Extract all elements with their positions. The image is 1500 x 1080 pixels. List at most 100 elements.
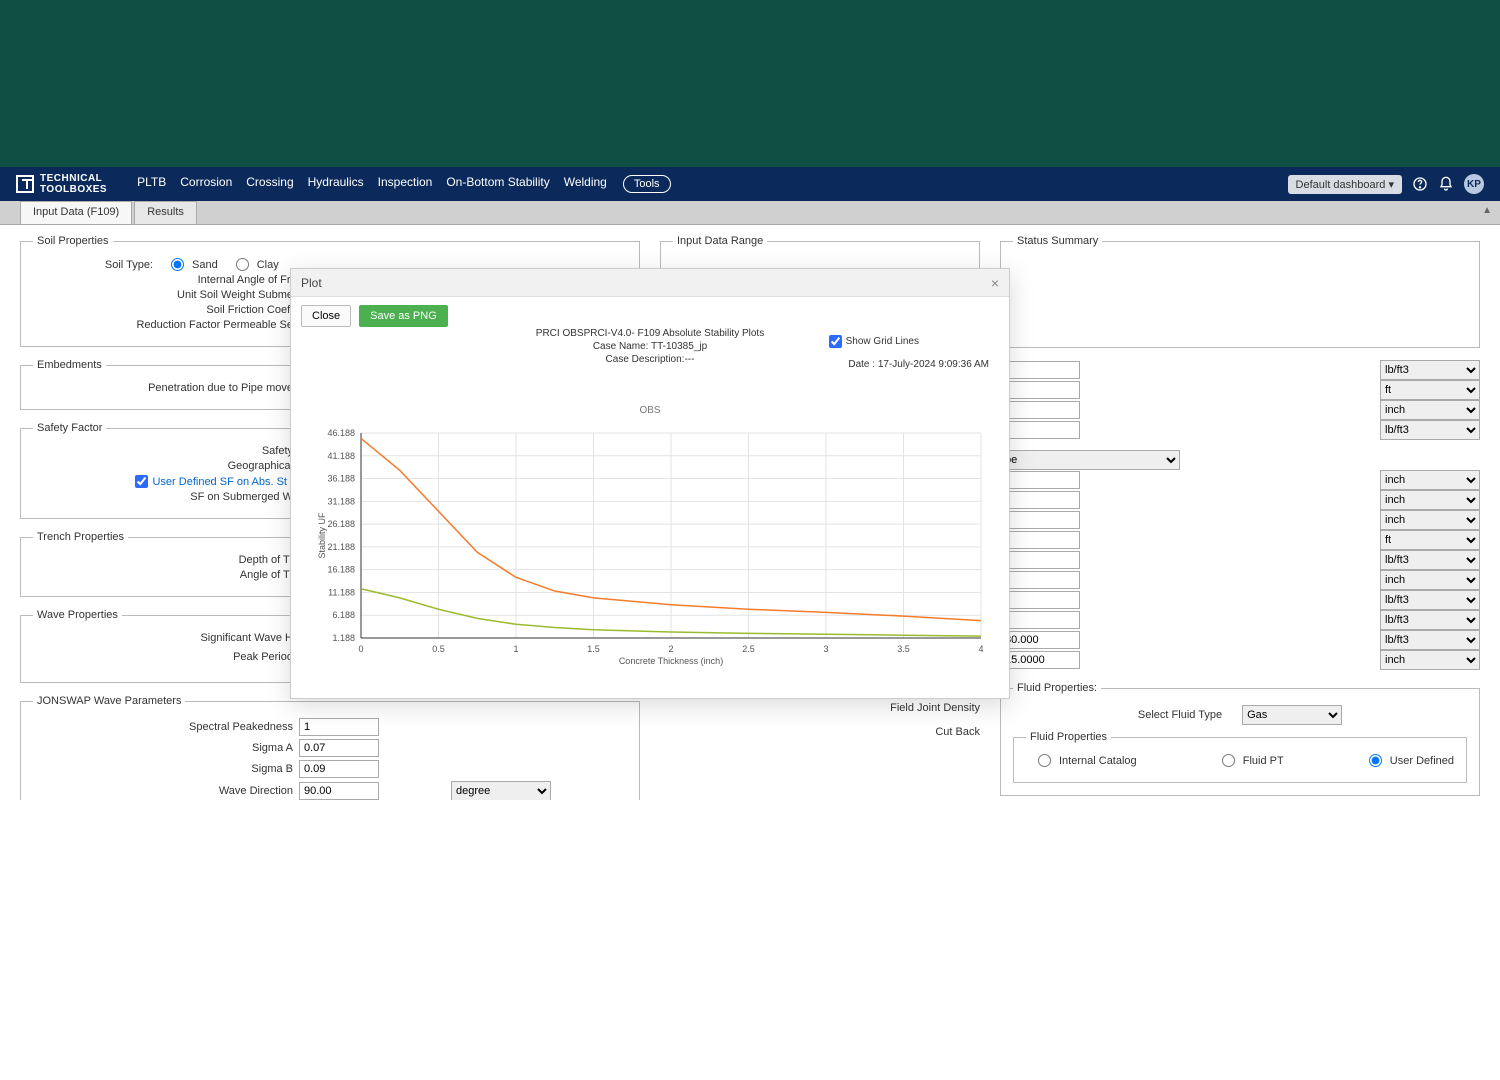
cutback[interactable] bbox=[1000, 651, 1080, 669]
spectral-peakedness[interactable] bbox=[299, 718, 379, 736]
nav-crossing[interactable]: Crossing bbox=[246, 175, 293, 193]
brand-line2: TOOLBOXES bbox=[40, 184, 107, 195]
svg-text:1.188: 1.188 bbox=[332, 633, 355, 643]
dashboard-select[interactable]: Default dashboard ▾ bbox=[1288, 175, 1402, 194]
wave-direction[interactable] bbox=[299, 782, 379, 800]
ru2-4-unit[interactable]: lb/ft3 bbox=[1380, 550, 1480, 570]
soil-row-3: Reduction Factor Permeable Se bbox=[33, 319, 293, 331]
fluid-select-label: Select Fluid Type bbox=[1138, 709, 1222, 721]
help-icon[interactable] bbox=[1412, 176, 1428, 192]
fluid-opt2[interactable]: Fluid PT bbox=[1222, 754, 1284, 767]
right-units-block: lb/ft3 ft inch lb/ft3 pe inch inch inch … bbox=[1000, 360, 1480, 670]
svg-text:1: 1 bbox=[513, 644, 518, 654]
ru-3[interactable] bbox=[1000, 421, 1080, 439]
status-legend: Status Summary bbox=[1013, 235, 1102, 247]
wave-row-0: Significant Wave H bbox=[33, 632, 293, 644]
nav-pltb[interactable]: PLTB bbox=[137, 175, 166, 193]
nav-inspection[interactable]: Inspection bbox=[378, 175, 433, 193]
svg-text:36.188: 36.188 bbox=[327, 474, 355, 484]
nav-hydraulics[interactable]: Hydraulics bbox=[308, 175, 364, 193]
trench-row-1: Angle of Tr bbox=[33, 569, 293, 581]
fluid-select[interactable]: Gas bbox=[1242, 705, 1342, 725]
nav-obs[interactable]: On-Bottom Stability bbox=[446, 175, 549, 193]
fluid-opt3[interactable]: User Defined bbox=[1369, 754, 1454, 767]
ru2-7[interactable] bbox=[1000, 611, 1080, 629]
ru2-6-unit[interactable]: lb/ft3 bbox=[1380, 590, 1480, 610]
close-icon[interactable]: × bbox=[991, 275, 999, 291]
sf-row-sf: SF on Submerged W bbox=[33, 491, 293, 503]
ru2-3-unit[interactable]: ft bbox=[1380, 530, 1480, 550]
wave-row-1: Peak Period bbox=[33, 651, 293, 663]
brand-line1: TECHNICAL bbox=[40, 173, 107, 184]
nav-corrosion[interactable]: Corrosion bbox=[180, 175, 232, 193]
svg-text:21.188: 21.188 bbox=[327, 542, 355, 552]
ru-3-unit[interactable]: lb/ft3 bbox=[1380, 420, 1480, 440]
app-header: TECHNICAL TOOLBOXES PLTB Corrosion Cross… bbox=[0, 167, 1500, 201]
plot-save-button[interactable]: Save as PNG bbox=[359, 305, 448, 327]
ru2-2-unit[interactable]: inch bbox=[1380, 510, 1480, 530]
ru-mid-select[interactable]: pe bbox=[1000, 450, 1180, 470]
sf-chk[interactable] bbox=[135, 475, 148, 488]
ru-0-unit[interactable]: lb/ft3 bbox=[1380, 360, 1480, 380]
col-right: Status Summary lb/ft3 ft inch lb/ft3 pe … bbox=[1000, 235, 1480, 800]
svg-text:2.5: 2.5 bbox=[742, 644, 755, 654]
soil-sand-radio[interactable]: Sand bbox=[171, 258, 218, 271]
ru-1[interactable] bbox=[1000, 381, 1080, 399]
ru2-2[interactable] bbox=[1000, 511, 1080, 529]
ru2-0[interactable] bbox=[1000, 471, 1080, 489]
avatar[interactable]: KP bbox=[1464, 174, 1484, 194]
grid-checkbox[interactable] bbox=[829, 335, 842, 348]
tab-results[interactable]: Results bbox=[134, 201, 197, 224]
soil-clay-radio[interactable]: Clay bbox=[236, 258, 279, 271]
svg-text:2: 2 bbox=[668, 644, 673, 654]
tools-button[interactable]: Tools bbox=[623, 175, 671, 193]
ru2-6[interactable] bbox=[1000, 591, 1080, 609]
fj-density-label: Field Joint Density bbox=[890, 702, 980, 714]
ru-2-unit[interactable]: inch bbox=[1380, 400, 1480, 420]
svg-text:Concrete Thickness (inch): Concrete Thickness (inch) bbox=[619, 656, 723, 666]
ru-0[interactable] bbox=[1000, 361, 1080, 379]
scroll-up-icon[interactable]: ▲ bbox=[1482, 205, 1492, 216]
fluid-opt1[interactable]: Internal Catalog bbox=[1038, 754, 1137, 767]
ru2-3[interactable] bbox=[1000, 531, 1080, 549]
bell-icon[interactable] bbox=[1438, 176, 1454, 192]
chart: 1.1886.18811.18816.18821.18826.18831.188… bbox=[311, 418, 991, 678]
fj-unit[interactable]: lb/ft3 bbox=[1380, 630, 1480, 650]
plot-close-button[interactable]: Close bbox=[301, 305, 351, 327]
embed-row: Penetration due to Pipe move bbox=[33, 382, 293, 394]
svg-text:3.5: 3.5 bbox=[897, 644, 910, 654]
soil-row-1: Unit Soil Weight Subme bbox=[33, 289, 293, 301]
svg-text:16.188: 16.188 bbox=[327, 565, 355, 575]
ru2-5-unit[interactable]: inch bbox=[1380, 570, 1480, 590]
svg-text:3: 3 bbox=[823, 644, 828, 654]
status-summary: Status Summary bbox=[1000, 235, 1480, 348]
cutback-label: Cut Back bbox=[935, 726, 980, 738]
soil-row-0: Internal Angle of Fri bbox=[33, 274, 293, 286]
svg-text:41.188: 41.188 bbox=[327, 451, 355, 461]
tab-input-data[interactable]: Input Data (F109) bbox=[20, 201, 132, 224]
ru2-1[interactable] bbox=[1000, 491, 1080, 509]
grid-toggle[interactable]: Show Grid Lines bbox=[829, 335, 919, 348]
cutback-unit[interactable]: inch bbox=[1380, 650, 1480, 670]
sf-chk-label: User Defined SF on Abs. St bbox=[152, 476, 287, 488]
ru2-5[interactable] bbox=[1000, 571, 1080, 589]
ru2-4[interactable] bbox=[1000, 551, 1080, 569]
nav-welding[interactable]: Welding bbox=[564, 175, 607, 193]
ru-2[interactable] bbox=[1000, 401, 1080, 419]
tabstrip: Input Data (F109) Results ▲ bbox=[0, 201, 1500, 225]
fj-density[interactable] bbox=[1000, 631, 1080, 649]
ru2-7-unit[interactable]: lb/ft3 bbox=[1380, 610, 1480, 630]
embed-legend: Embedments bbox=[33, 359, 106, 371]
ru2-1-unit[interactable]: inch bbox=[1380, 490, 1480, 510]
logo: TECHNICAL TOOLBOXES bbox=[16, 173, 107, 195]
ru-1-unit[interactable]: ft bbox=[1380, 380, 1480, 400]
ru2-0-unit[interactable]: inch bbox=[1380, 470, 1480, 490]
fluid-properties-inner: Fluid Properties Internal Catalog Fluid … bbox=[1013, 731, 1467, 783]
jonswap: JONSWAP Wave Parameters Spectral Peakedn… bbox=[20, 695, 640, 800]
plot-modal-header[interactable]: Plot × bbox=[291, 269, 1009, 297]
sigma-b[interactable] bbox=[299, 760, 379, 778]
wave-direction-unit[interactable]: degree bbox=[451, 781, 551, 800]
sigma-a[interactable] bbox=[299, 739, 379, 757]
svg-text:1.5: 1.5 bbox=[587, 644, 600, 654]
chart-title: OBS bbox=[311, 405, 989, 416]
